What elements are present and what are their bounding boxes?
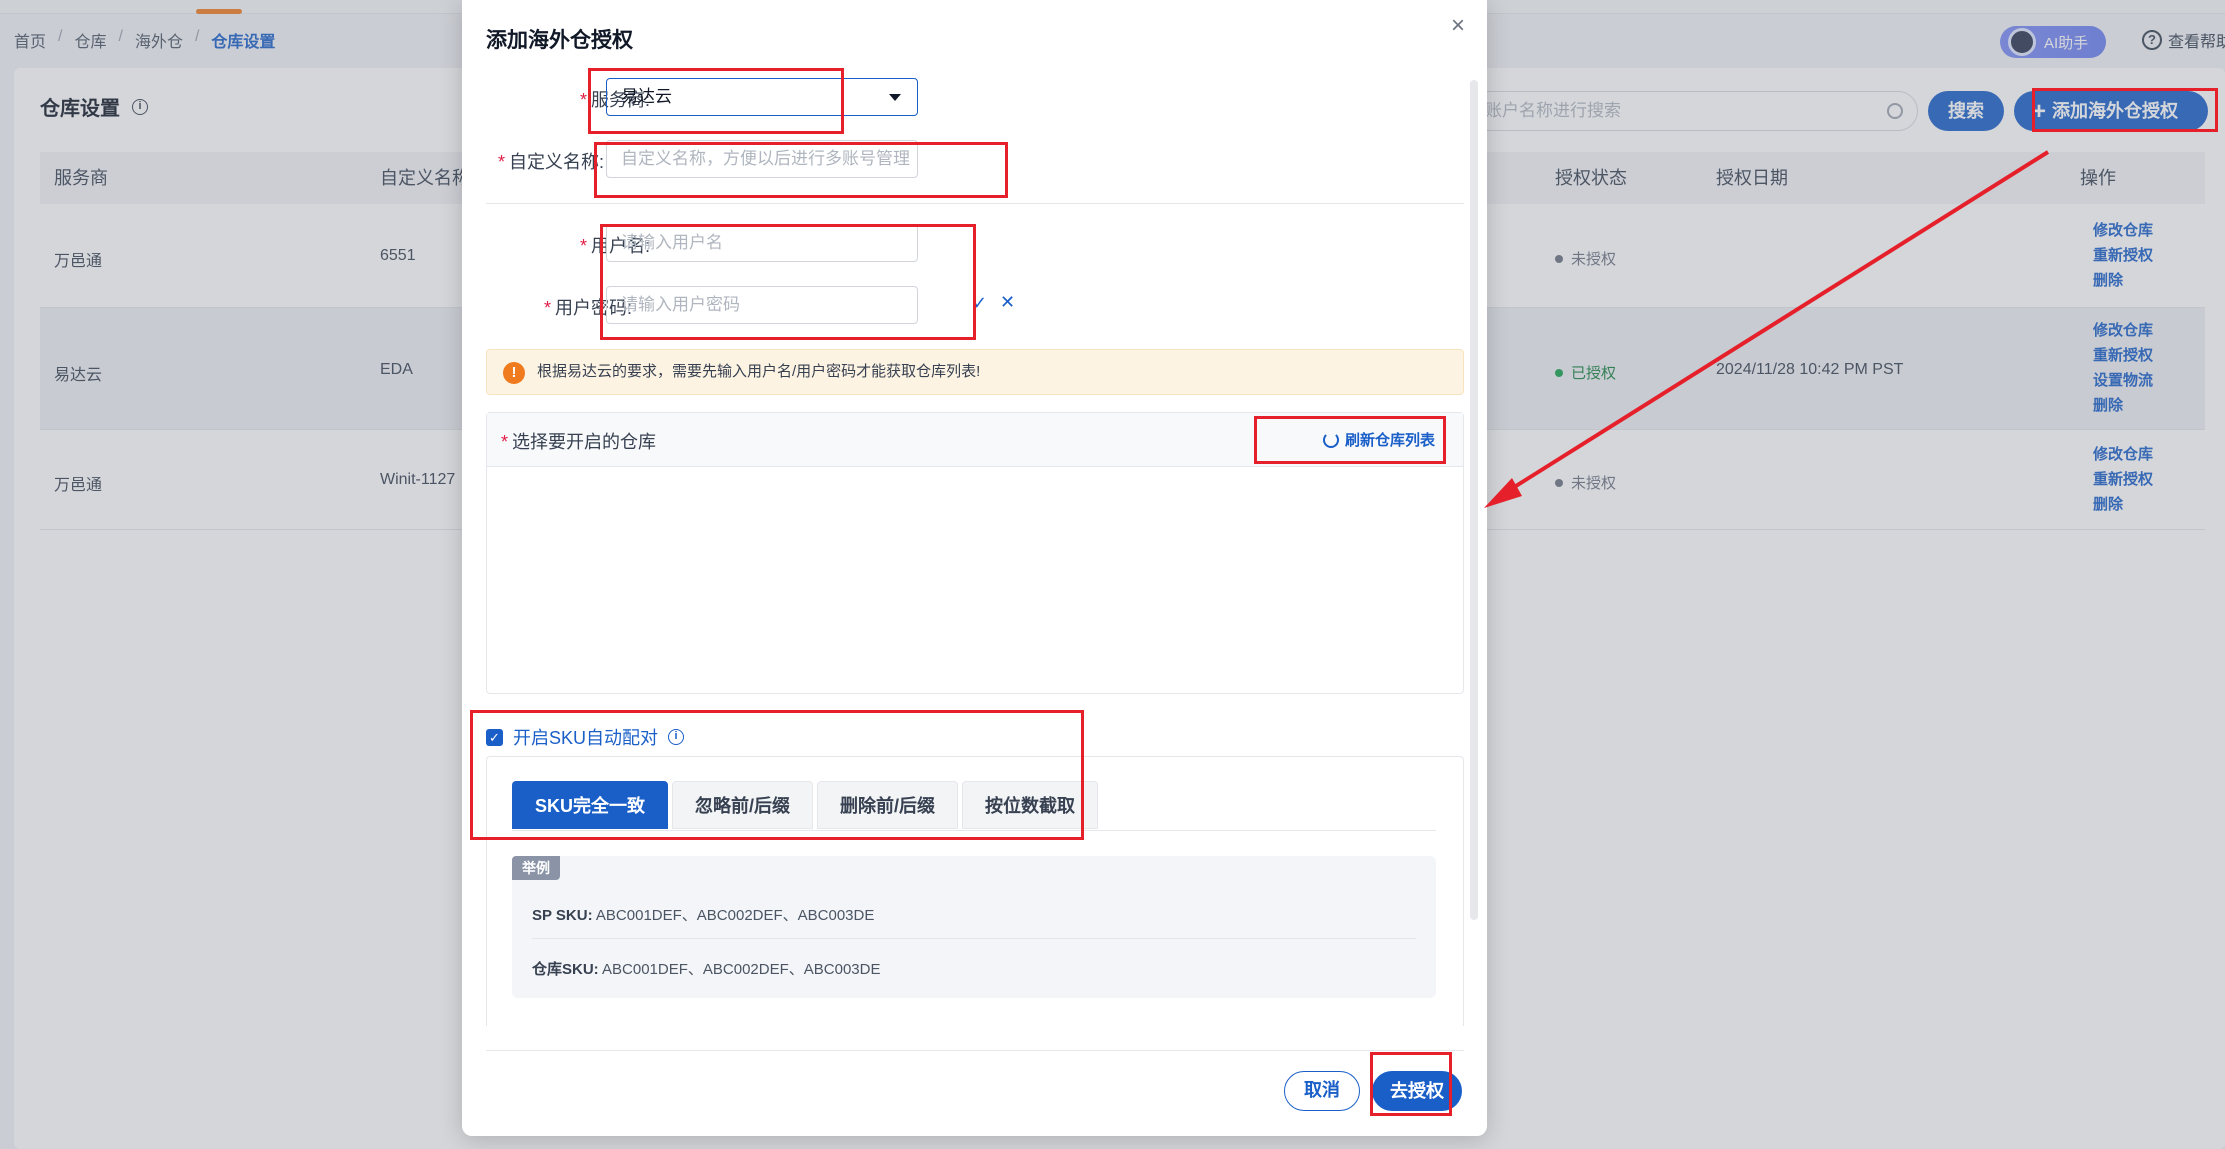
sku-auto-match-row: ✓ 开启SKU自动配对 i [486,724,685,750]
dialog-title: 添加海外仓授权 [486,29,633,52]
tab-ignore-affix[interactable]: 忽略前/后缀 [672,781,814,829]
example-box: 举例 SP SKU: ABC001DEF、ABC002DEF、ABC003DE … [512,856,1436,998]
warning-alert-text: 根据易达云的要求，需要先输入用户名/用户密码才能获取仓库列表! [537,363,981,380]
required-mark: * [579,90,587,110]
tab-underline [512,830,1436,831]
confirm-check-icon[interactable]: ✓ [972,293,987,314]
warehouse-select-panel: * 选择要开启的仓库 刷新仓库列表 [486,412,1464,694]
example-sp-label: SP SKU: [532,907,593,924]
footer-divider [486,1050,1464,1051]
username-input[interactable]: 请输入用户名 [606,224,918,262]
sku-auto-match-checkbox[interactable]: ✓ [486,728,503,746]
username-placeholder: 请输入用户名 [621,233,723,252]
provider-value: 易达云 [621,87,672,106]
clear-x-icon[interactable]: ✕ [1000,292,1015,313]
close-icon[interactable]: × [1451,12,1465,40]
example-wh-sku: 仓库SKU: ABC001DEF、ABC002DEF、ABC003DE [532,958,880,979]
refresh-warehouse-button[interactable]: 刷新仓库列表 [1322,429,1435,450]
password-placeholder: 请输入用户密码 [621,295,740,314]
custom-name-input[interactable]: 自定义名称，方便以后进行多账号管理 [606,140,918,178]
custom-name-placeholder: 自定义名称，方便以后进行多账号管理 [621,149,910,168]
example-sp-sku: SP SKU: ABC001DEF、ABC002DEF、ABC003DE [532,904,874,925]
required-mark: * [497,152,505,172]
required-mark: * [543,298,551,318]
authorize-button[interactable]: 去授权 [1372,1071,1462,1111]
warehouse-select-label: * 选择要开启的仓库 [501,428,656,454]
required-mark: * [579,236,587,256]
example-tag: 举例 [512,856,560,880]
sku-auto-match-label[interactable]: 开启SKU自动配对 [513,724,658,750]
chevron-down-icon [889,94,901,101]
cancel-button[interactable]: 取消 [1284,1071,1360,1111]
provider-select[interactable]: 易达云 [606,78,918,116]
dialog-scrollbar[interactable] [1470,80,1478,920]
tab-sku-exact[interactable]: SKU完全一致 [512,781,669,829]
example-wh-label: 仓库SKU: [532,961,599,978]
warehouse-panel-header: * 选择要开启的仓库 刷新仓库列表 [487,413,1463,467]
custom-name-label-text: 自定义名称: [508,152,604,172]
password-input[interactable]: 请输入用户密码 [606,286,918,324]
example-divider [532,938,1416,939]
add-overseas-auth-dialog: 添加海外仓授权 × * 服务商: 易达云 * 自定义名称: 自定义名称，方便以后进行… [462,0,1487,1136]
required-mark: * [501,432,509,452]
info-icon[interactable]: i [668,729,685,745]
example-wh-value: ABC001DEF、ABC002DEF、ABC003DE [602,961,881,978]
tab-delete-affix[interactable]: 删除前/后缀 [817,781,959,829]
warning-icon: ! [503,362,525,384]
warehouse-select-label-text: 选择要开启的仓库 [512,432,657,452]
tab-truncate-digits[interactable]: 按位数截取 [962,781,1099,829]
custom-name-label: * 自定义名称: [486,148,604,174]
sku-match-tabs: SKU完全一致 忽略前/后缀 删除前/后缀 按位数截取 [512,781,1099,829]
section-divider [486,203,1464,204]
warning-alert: ! 根据易达云的要求，需要先输入用户名/用户密码才能获取仓库列表! [486,349,1464,395]
example-sp-value: ABC001DEF、ABC002DEF、ABC003DE [595,907,875,924]
refresh-icon [1322,431,1339,448]
refresh-warehouse-label: 刷新仓库列表 [1344,432,1435,449]
